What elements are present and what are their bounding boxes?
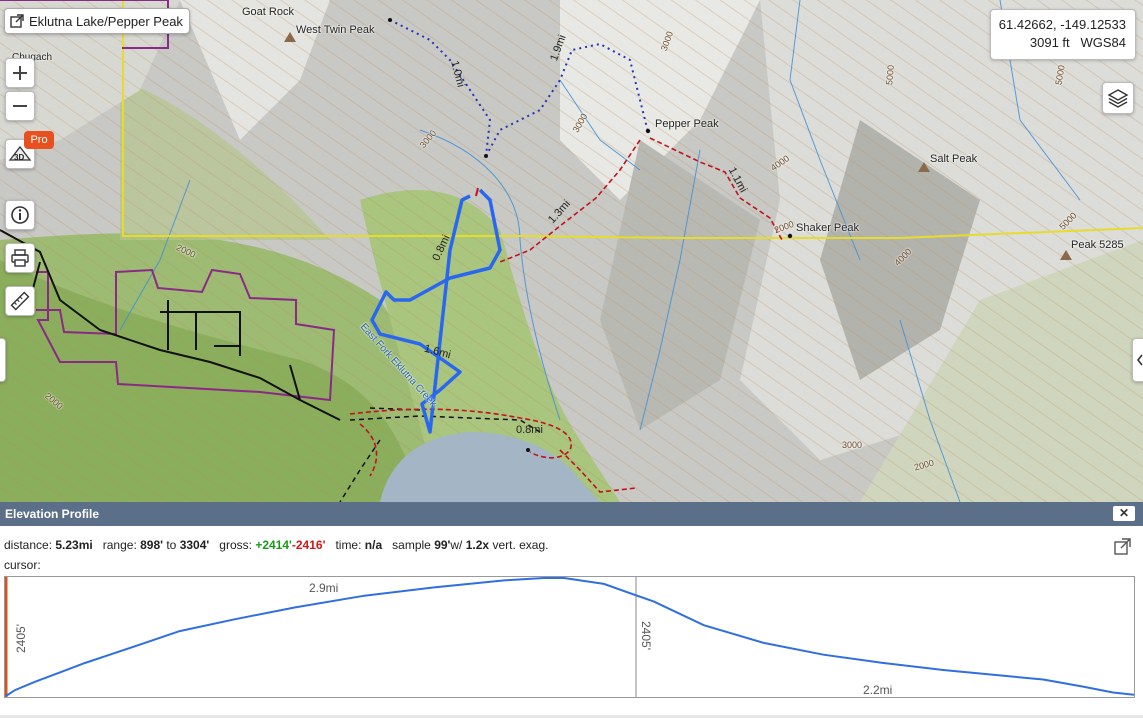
place-label-salt-peak: Salt Peak	[930, 153, 978, 165]
place-label-peak-5285: Peak 5285	[1071, 239, 1124, 251]
place-label-goat-rock: Goat Rock	[242, 6, 294, 18]
sample-label: sample	[392, 538, 431, 552]
zoom-in-button[interactable]	[5, 58, 35, 88]
elevation-profile-chart[interactable]: 2.9mi 2.2mi 2405' 2405'	[4, 576, 1135, 698]
exag-value: 1.2x	[465, 538, 490, 552]
contour-label: 5000	[884, 64, 896, 86]
profile-right-distance: 2.2mi	[863, 683, 892, 697]
exag-label: vert. exag.	[492, 538, 549, 552]
print-button[interactable]	[5, 243, 35, 273]
coordinate-elev-datum: 3091 ft WGS84	[991, 34, 1126, 52]
left-panel-tab[interactable]	[0, 338, 6, 382]
time-value: n/a	[364, 538, 383, 552]
chevron-left-icon	[1136, 354, 1143, 366]
profile-left-distance: 2.9mi	[309, 581, 338, 595]
range-min: 898'	[140, 538, 163, 552]
distance-label: distance:	[4, 538, 53, 552]
zoom-out-icon	[13, 105, 27, 107]
coordinate-datum: WGS84	[1080, 35, 1126, 50]
print-icon	[11, 249, 29, 267]
zoom-in-icon	[13, 66, 27, 80]
measure-button[interactable]	[5, 286, 35, 316]
distance-label: 0.8mi	[516, 424, 543, 436]
profile-left-elevation: 2405'	[14, 624, 28, 653]
collapse-panel-button[interactable]	[1132, 338, 1143, 382]
elevation-profile-header: Elevation Profile ✕	[0, 502, 1143, 526]
loss-value: -2416'	[291, 538, 326, 552]
gross-label: gross:	[219, 538, 252, 552]
coordinate-latlon: 61.42662, -149.12533	[998, 17, 1126, 32]
cursor-readout: cursor:	[4, 558, 41, 572]
gain-value: +2414'	[255, 538, 292, 552]
with-label: w/	[450, 538, 463, 552]
info-button[interactable]	[5, 200, 35, 230]
zoom-out-button[interactable]	[5, 91, 35, 121]
profile-right-elevation: 2405'	[639, 621, 653, 650]
pro-badge: Pro	[24, 131, 54, 149]
profile-start-marker	[5, 577, 8, 697]
elevation-line	[5, 577, 1135, 697]
coordinate-readout: 61.42662, -149.12533 3091 ft WGS84	[990, 9, 1136, 60]
sample-value: 99'	[434, 538, 451, 552]
map-terrain	[0, 0, 1143, 502]
map-title: Eklutna Lake/Pepper Peak	[29, 13, 183, 29]
external-link-icon	[1114, 538, 1131, 555]
coordinate-elevation: 3091 ft	[1029, 35, 1070, 50]
topo-map[interactable]: 3000 3000 2000 3000 5000 4000 5000 5000 …	[0, 0, 1143, 502]
popout-button[interactable]	[1113, 538, 1131, 561]
range-to: to	[166, 538, 177, 552]
time-label: time:	[335, 538, 362, 552]
svg-text:3D: 3D	[14, 153, 24, 162]
elevation-stats: distance: 5.23mi range: 898' to 3304' gr…	[4, 538, 548, 552]
map-title-link[interactable]: Eklutna Lake/Pepper Peak	[4, 8, 190, 34]
ruler-icon	[10, 291, 30, 311]
close-button[interactable]: ✕	[1113, 506, 1135, 521]
info-icon	[11, 206, 29, 224]
elevation-profile-title: Elevation Profile	[5, 507, 100, 521]
place-label-west-twin-peak: West Twin Peak	[296, 24, 375, 36]
layers-button[interactable]	[1102, 82, 1134, 114]
profile-svg: 2.9mi 2.2mi 2405' 2405'	[5, 577, 1135, 697]
place-label-shaker-peak: Shaker Peak	[796, 222, 859, 234]
range-max: 3304'	[179, 538, 210, 552]
range-label: range:	[102, 538, 137, 552]
distance-value: 5.23mi	[55, 538, 93, 552]
layers-icon	[1107, 89, 1129, 108]
place-label-pepper-peak: Pepper Peak	[655, 118, 719, 130]
external-link-icon	[10, 14, 24, 28]
contour-label: 3000	[842, 440, 863, 450]
